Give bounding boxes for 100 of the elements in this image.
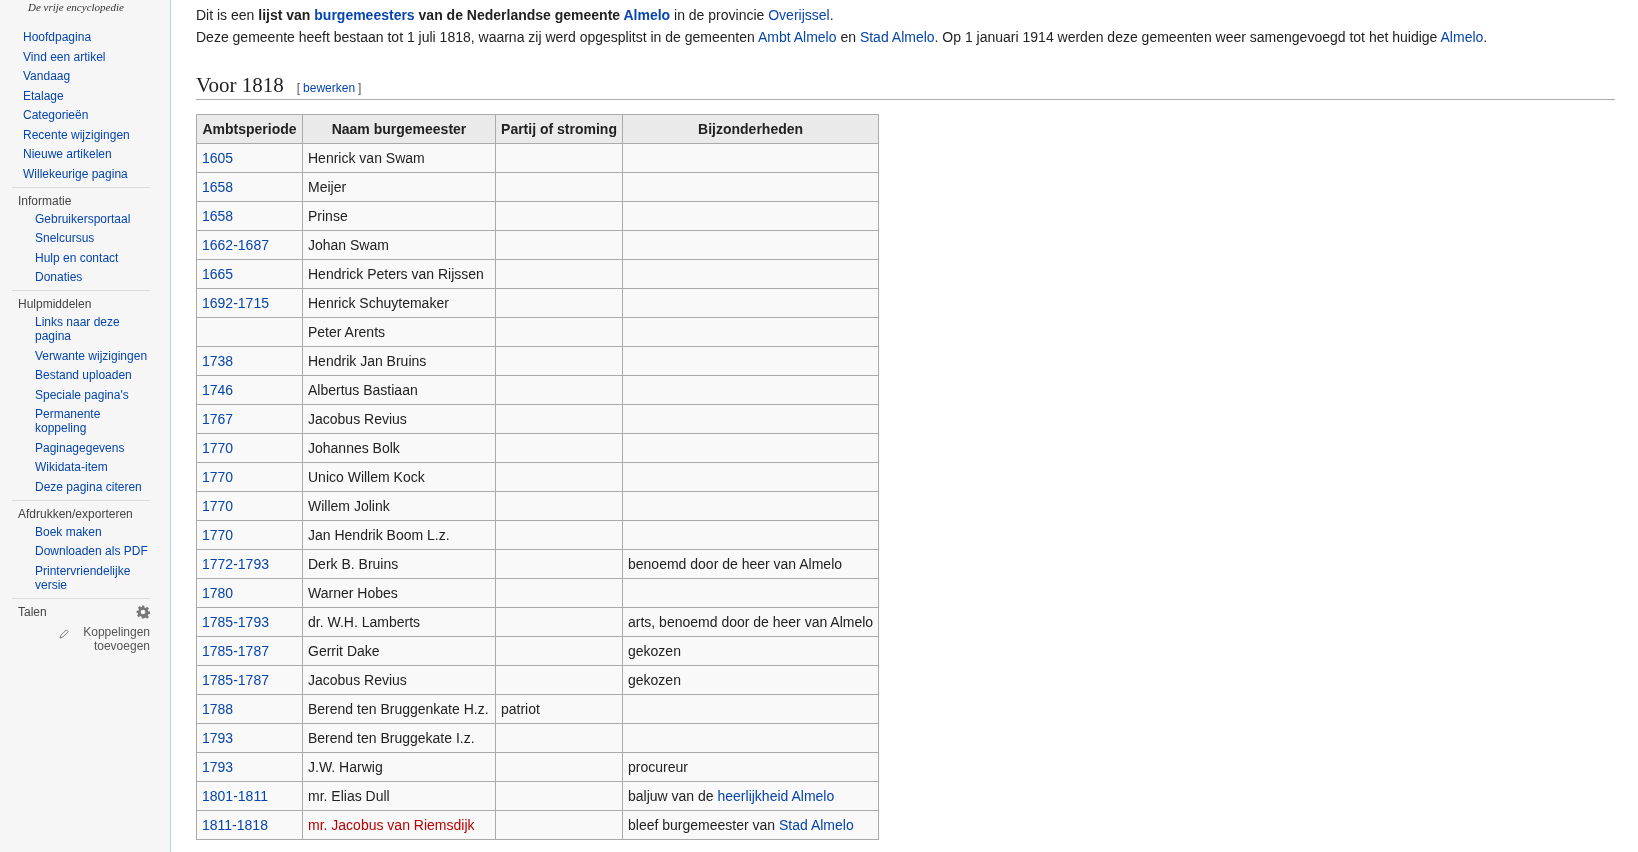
sidebar-link[interactable]: Boek maken [35, 524, 150, 539]
year-link[interactable]: 1772-1793 [202, 556, 269, 572]
name-text: Warner Hobes [308, 585, 398, 601]
sidebar-link[interactable]: Hoofdpagina [23, 30, 170, 44]
details-text: arts, benoemd door de heer van Almelo [628, 614, 874, 630]
sidebar-link[interactable]: Willekeurige pagina [23, 166, 170, 181]
sidebar-link[interactable]: Links naar deze pagina [35, 315, 150, 343]
year-link[interactable]: 1780 [202, 585, 234, 601]
year-link[interactable]: 1793 [202, 730, 234, 746]
year-link[interactable]: 1692-1715 [202, 295, 269, 311]
year-link[interactable]: 1665 [202, 266, 234, 282]
sidebar-link[interactable]: Donaties [35, 270, 150, 284]
year-link[interactable]: 1811-1818 [202, 817, 268, 833]
name-text: Albertus Bastiaan [308, 382, 418, 398]
link[interactable]: Stad Almelo [779, 817, 854, 833]
link[interactable]: Almelo [623, 7, 671, 23]
year-link[interactable]: 1746 [202, 382, 234, 398]
bracket-text: ] [358, 81, 362, 95]
sidebar-link[interactable]: Deze pagina citeren [35, 479, 150, 494]
intro-paragraph: Dit is een lijst van burgemeesters van de Nederlandse gemeente Almelo in de provincie Overijssel. [196, 7, 835, 23]
sidebar-link[interactable]: Speciale pagina's [35, 387, 150, 402]
name-text: Jan Hendrik Boom L.z. [308, 527, 450, 543]
sidebar-link[interactable]: Downloaden als PDF [35, 544, 150, 558]
portal-heading: Informatie [18, 193, 73, 208]
site-tagline: De vrije encyclopedie [28, 1, 124, 13]
sidebar-link[interactable]: Snelcursus [35, 231, 150, 245]
portal-heading: Hulpmiddelen [18, 297, 93, 311]
sidebar-link[interactable]: Gebruikersportaal [35, 211, 150, 226]
sidebar-link[interactable]: Recente wijzigingen [23, 127, 170, 142]
column-header: Ambtsperiode [196, 114, 303, 144]
year-link[interactable]: 1767 [202, 411, 234, 427]
sidebar-link[interactable]: Printervriendelijke versie [35, 563, 150, 592]
edit-link[interactable]: bewerken [303, 81, 356, 95]
link[interactable]: heerlijkheid Almelo [717, 788, 835, 804]
year-link[interactable]: 1788 [202, 701, 234, 717]
year-link[interactable]: 1785-1787 [202, 672, 269, 688]
name-text: Peter Arents [308, 324, 386, 340]
name-text: mr. Elias Dull [308, 788, 390, 804]
details-text: bleef burgemeester van Stad Almelo [628, 817, 854, 833]
sidebar-link[interactable]: Verwante wijzigingen [35, 348, 150, 363]
details-text: baljuw van de heerlijkheid Almelo [628, 788, 835, 804]
link[interactable]: burgemeesters [314, 7, 415, 23]
name-text: Willem Jolink [308, 498, 390, 514]
name-text: Berend ten Bruggenkate H.z. [308, 701, 489, 717]
name-text: Johannes Bolk [308, 440, 400, 456]
intro-paragraph: Deze gemeente heeft bestaan tot 1 juli 1818, waarna zij werd opgesplitst in de gemeenten Ambt Almelo en Stad Almelo. Op 1 januari 1914 werden deze gemeenten weer samengevoegd tot het huidige Almelo. [196, 29, 1489, 45]
year-link[interactable]: 1793 [202, 759, 234, 775]
year-link[interactable]: 1785-1787 [202, 643, 269, 659]
name-text: Henrick van Swam [308, 150, 425, 166]
details-text: benoemd door de heer van Almelo [628, 556, 843, 572]
name-text: Berend ten Bruggekate I.z. [308, 730, 475, 746]
name-text: Jacobus Revius [308, 411, 407, 427]
name-text: J.W. Harwig [308, 759, 383, 775]
name-text: Hendrick Peters van Rijssen [308, 266, 484, 282]
sidebar-link[interactable]: Etalage [23, 88, 170, 103]
name-text: Meijer [308, 179, 347, 195]
column-header: Bijzonderheden [622, 114, 879, 144]
year-link[interactable]: 1658 [202, 179, 234, 195]
name-text: Hendrik Jan Bruins [308, 353, 427, 369]
party-text: patriot [501, 701, 540, 717]
add-links-link[interactable]: Koppelingen toevoegen [70, 624, 150, 653]
settings-icon[interactable] [136, 604, 150, 619]
bracket-text: [ [296, 81, 301, 95]
sidebar-link[interactable]: Nieuwe artikelen [23, 147, 170, 161]
year-link[interactable]: 1785-1793 [202, 614, 269, 630]
portal-heading: Afdrukken/exporteren [18, 506, 134, 521]
year-link[interactable]: 1770 [202, 527, 234, 543]
pencil-icon [59, 627, 70, 639]
link[interactable]: Overijssel [768, 7, 830, 23]
column-header: Partij of stroming [495, 114, 623, 144]
section-heading: Voor 1818 [196, 73, 284, 97]
portal-heading: Talen [18, 604, 47, 619]
sidebar-link[interactable]: Vandaag [23, 69, 170, 83]
year-link[interactable]: 1662-1687 [202, 237, 269, 253]
details-text: gekozen [628, 672, 681, 688]
sidebar-link[interactable]: Permanente koppeling [35, 407, 150, 435]
sidebar-link[interactable]: Wikidata-item [35, 460, 150, 474]
sidebar-link[interactable]: Categorieën [23, 108, 170, 122]
sidebar-link[interactable]: Paginagegevens [35, 440, 150, 455]
sidebar-link[interactable]: Bestand uploaden [35, 368, 150, 382]
sidebar-link[interactable]: Hulp en contact [35, 250, 150, 265]
year-link[interactable]: 1770 [202, 440, 234, 456]
year-link[interactable]: 1658 [202, 208, 234, 224]
name-text: dr. W.H. Lamberts [308, 614, 421, 630]
link[interactable]: Ambt Almelo [757, 29, 837, 45]
year-link[interactable]: 1770 [202, 498, 234, 514]
year-link[interactable]: 1605 [202, 150, 234, 166]
sidebar-link[interactable]: Vind een artikel [23, 49, 170, 64]
details-text: gekozen [628, 643, 681, 659]
link[interactable]: mr. Jacobus van Riemsdijk [308, 817, 475, 833]
details-text: procureur [628, 759, 688, 775]
name-text: Henrick Schuytemaker [308, 295, 449, 311]
name-text: Johan Swam [308, 237, 389, 253]
name-text: Prinse [308, 208, 348, 224]
column-header: Naam burgemeester [302, 114, 496, 144]
link[interactable]: Stad Almelo [859, 29, 935, 45]
name-text: Jacobus Revius [308, 672, 407, 688]
year-link[interactable]: 1738 [202, 353, 234, 369]
year-link[interactable]: 1801-1811 [202, 788, 268, 804]
year-link[interactable]: 1770 [202, 469, 234, 485]
